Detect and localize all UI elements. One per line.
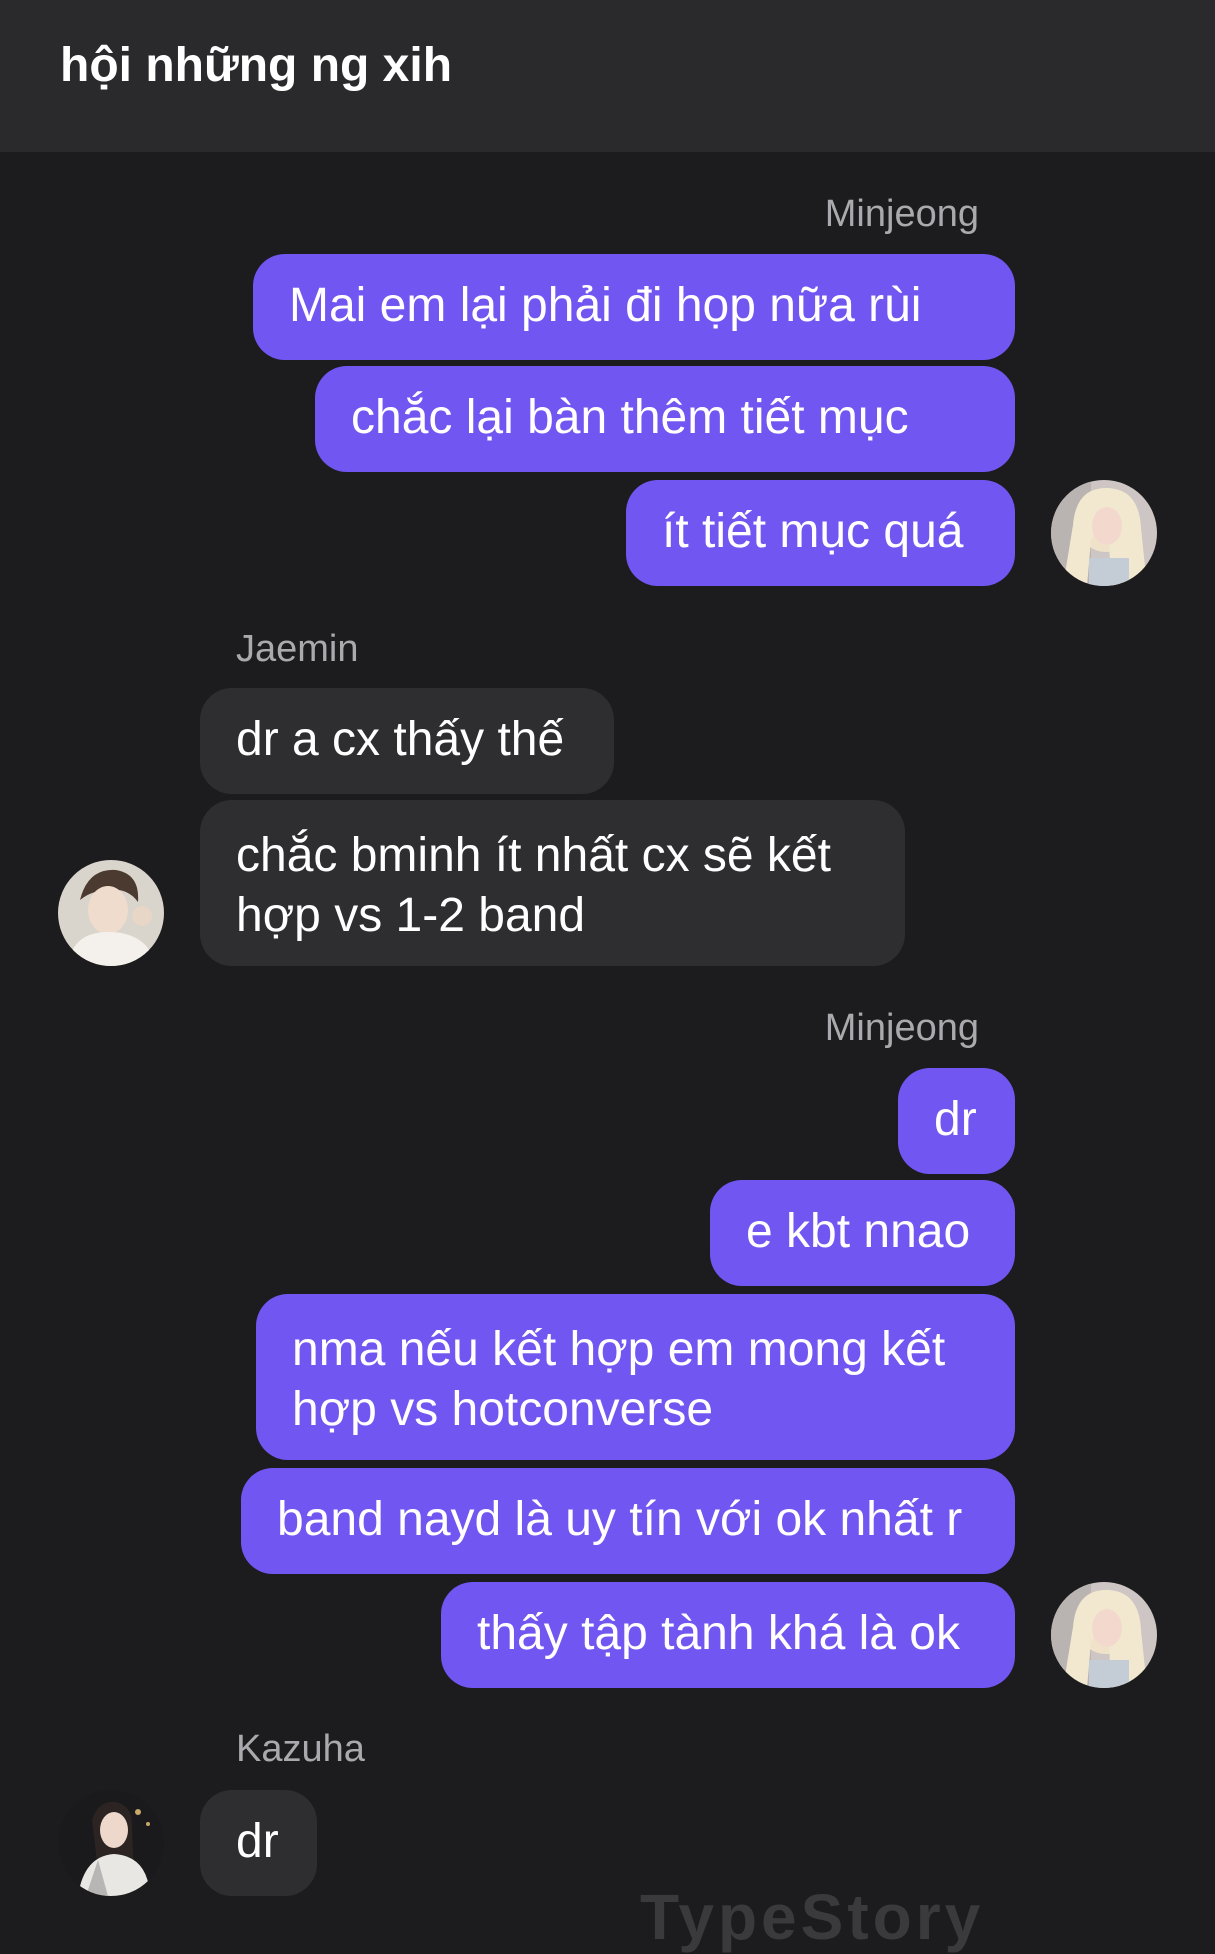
message-bubble[interactable]: dr a cx thấy thế [200,688,614,794]
message-bubble[interactable]: Mai em lại phải đi họp nữa rùi [253,254,1015,360]
message-bubble[interactable]: chắc bminh ít nhất cx sẽ kết hợp vs 1-2 … [200,800,905,966]
chat-title: hội những ng xih [60,39,453,92]
message-bubble[interactable]: chắc lại bàn thêm tiết mục [315,366,1015,472]
sender-name: Jaemin [236,628,359,670]
message-bubble[interactable]: dr [898,1068,1015,1174]
chat-header: hội những ng xih [0,0,1215,152]
avatar-kazuha[interactable] [58,1790,164,1896]
message-bubble[interactable]: band nayd là uy tín với ok nhất r [241,1468,1015,1574]
sender-name: Kazuha [236,1728,365,1770]
avatar-minjeong[interactable] [1051,1582,1157,1688]
message-bubble[interactable]: nma nếu kết hợp em mong kết hợp vs hotco… [256,1294,1015,1460]
watermark: TypeStory [640,1881,985,1953]
avatar-jaemin[interactable] [58,860,164,966]
message-bubble[interactable]: dr [200,1790,317,1896]
message-bubble[interactable]: thấy tập tành khá là ok [441,1582,1015,1688]
message-bubble[interactable]: e kbt nnao [710,1180,1015,1286]
sender-name: Minjeong [824,1007,979,1049]
avatar-minjeong[interactable] [1051,480,1157,586]
sender-name: Minjeong [824,193,979,235]
message-bubble[interactable]: ít tiết mục quá [626,480,1015,586]
